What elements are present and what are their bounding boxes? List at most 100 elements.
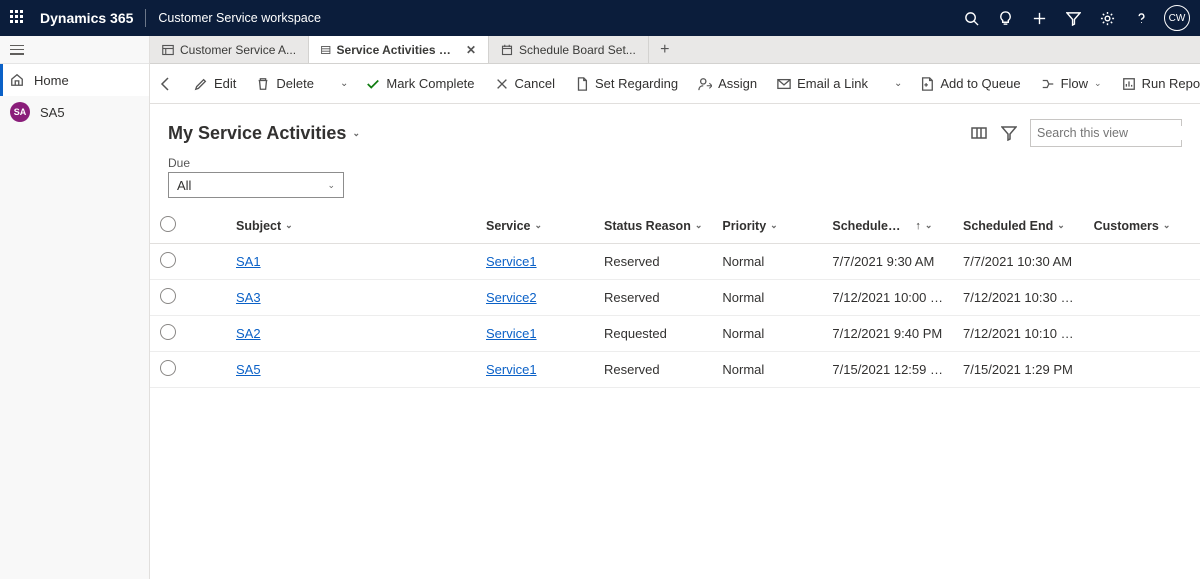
subject-link[interactable]: SA5 xyxy=(236,362,261,377)
sched-end-cell: 7/12/2021 10:10 … xyxy=(953,316,1084,352)
cmd-label: Mark Complete xyxy=(386,76,474,91)
row-checkbox[interactable] xyxy=(150,316,196,352)
mark-complete-button[interactable]: Mark Complete xyxy=(358,68,482,100)
chevron-down-icon: ⌄ xyxy=(352,128,360,139)
plus-icon[interactable] xyxy=(1022,0,1056,36)
back-arrow-icon[interactable] xyxy=(158,76,174,92)
status-cell: Reserved xyxy=(594,244,712,280)
run-report-button[interactable]: Run Report ⌄ xyxy=(1114,68,1200,100)
flow-icon xyxy=(1041,77,1055,91)
person-arrow-icon xyxy=(698,77,712,91)
col-priority[interactable]: Priority⌄ xyxy=(712,208,822,244)
left-nav-rail: Home SA SA5 xyxy=(0,36,150,579)
tab-customer-service[interactable]: Customer Service A... xyxy=(150,36,309,63)
edit-button[interactable]: Edit xyxy=(186,68,244,100)
lightbulb-icon[interactable] xyxy=(988,0,1022,36)
x-icon xyxy=(495,77,509,91)
calendar-icon xyxy=(501,44,513,56)
col-scheduled-start[interactable]: Schedule… ↑⌄ xyxy=(822,208,953,244)
nav-item-sa5[interactable]: SA SA5 xyxy=(0,96,149,128)
status-cell: Requested xyxy=(594,316,712,352)
layout-icon xyxy=(162,44,174,56)
service-link[interactable]: Service2 xyxy=(486,290,537,305)
col-status-reason[interactable]: Status Reason⌄ xyxy=(594,208,712,244)
subject-link[interactable]: SA2 xyxy=(236,326,261,341)
nav-item-home[interactable]: Home xyxy=(0,64,149,96)
search-view-box[interactable] xyxy=(1030,119,1182,147)
page-title-label: My Service Activities xyxy=(168,123,346,144)
nav-item-label: SA5 xyxy=(40,105,65,120)
due-label: Due xyxy=(168,156,1182,170)
view-title-dropdown[interactable]: My Service Activities ⌄ xyxy=(168,123,360,144)
filter-funnel-icon[interactable] xyxy=(1056,0,1090,36)
cancel-button[interactable]: Cancel xyxy=(487,68,563,100)
set-regarding-button[interactable]: Set Regarding xyxy=(567,68,686,100)
cmd-label: Delete xyxy=(276,76,314,91)
hamburger-button[interactable] xyxy=(0,36,149,64)
cmd-label: Email a Link xyxy=(797,76,868,91)
app-name-label[interactable]: Customer Service workspace xyxy=(158,11,321,25)
brand-label[interactable]: Dynamics 365 xyxy=(40,10,133,26)
row-checkbox[interactable] xyxy=(150,244,196,280)
check-icon xyxy=(366,77,380,91)
app-launcher-icon[interactable] xyxy=(10,10,26,26)
customers-cell xyxy=(1084,244,1200,280)
assign-button[interactable]: Assign xyxy=(690,68,765,100)
search-icon[interactable] xyxy=(954,0,988,36)
col-scheduled-end[interactable]: Scheduled End⌄ xyxy=(953,208,1084,244)
envelope-icon xyxy=(777,77,791,91)
email-link-button[interactable]: Email a Link xyxy=(769,68,876,100)
subject-link[interactable]: SA3 xyxy=(236,290,261,305)
help-icon[interactable] xyxy=(1124,0,1158,36)
row-checkbox[interactable] xyxy=(150,352,196,388)
status-cell: Reserved xyxy=(594,280,712,316)
delete-split-chevron[interactable]: ⌄ xyxy=(334,78,354,89)
tab-label: Schedule Board Set... xyxy=(519,43,636,57)
subject-link[interactable]: SA1 xyxy=(236,254,261,269)
filter-icon[interactable] xyxy=(994,118,1024,148)
table-row[interactable]: SA2 Service1 RequestedNormal7/12/2021 9:40… xyxy=(150,316,1200,352)
session-tab-strip: Customer Service A... Service Activities… xyxy=(150,36,1200,64)
search-input[interactable] xyxy=(1037,126,1198,140)
command-bar: Edit Delete ⌄ Mark Complete Cancel Set R… xyxy=(150,64,1200,104)
flow-button[interactable]: Flow ⌄ xyxy=(1033,68,1110,100)
col-subject[interactable]: Subject⌄ xyxy=(196,208,476,244)
due-select[interactable]: All ⌄ xyxy=(168,172,344,198)
service-link[interactable]: Service1 xyxy=(486,326,537,341)
home-icon xyxy=(10,73,24,87)
priority-cell: Normal xyxy=(712,316,822,352)
report-icon xyxy=(1122,77,1136,91)
service-link[interactable]: Service1 xyxy=(486,362,537,377)
customers-cell xyxy=(1084,352,1200,388)
email-link-split-chevron[interactable]: ⌄ xyxy=(888,78,908,89)
pencil-icon xyxy=(194,77,208,91)
cmd-label: Flow xyxy=(1061,76,1088,91)
select-all-checkbox[interactable] xyxy=(150,208,196,244)
col-service[interactable]: Service⌄ xyxy=(476,208,594,244)
gear-icon[interactable] xyxy=(1090,0,1124,36)
grid-icon xyxy=(321,44,331,56)
page-icon xyxy=(575,77,589,91)
sched-start-cell: 7/12/2021 9:40 PM xyxy=(822,316,953,352)
cmd-label: Edit xyxy=(214,76,236,91)
add-tab-button[interactable]: + xyxy=(649,36,681,63)
nav-item-label: Home xyxy=(34,73,69,88)
cmd-label: Add to Queue xyxy=(940,76,1020,91)
tab-service-activities[interactable]: Service Activities My Ser... ✕ xyxy=(309,36,489,63)
delete-button[interactable]: Delete xyxy=(248,68,322,100)
row-checkbox[interactable] xyxy=(150,280,196,316)
user-avatar[interactable]: CW xyxy=(1164,5,1190,31)
table-row[interactable]: SA3Service2ReservedNormal7/12/2021 10:00… xyxy=(150,280,1200,316)
tab-schedule-board[interactable]: Schedule Board Set... xyxy=(489,36,649,63)
sa-badge-icon: SA xyxy=(10,102,30,122)
divider xyxy=(145,9,146,27)
table-row[interactable]: SA1Service1ReservedNormal7/7/2021 9:30 A… xyxy=(150,244,1200,280)
col-customers[interactable]: Customers⌄ xyxy=(1084,208,1200,244)
close-icon[interactable]: ✕ xyxy=(466,43,476,57)
add-to-queue-button[interactable]: Add to Queue xyxy=(912,68,1028,100)
queue-icon xyxy=(920,77,934,91)
service-link[interactable]: Service1 xyxy=(486,254,537,269)
edit-columns-icon[interactable] xyxy=(964,118,994,148)
table-row[interactable]: SA5Service1ReservedNormal7/15/2021 12:59… xyxy=(150,352,1200,388)
sched-end-cell: 7/7/2021 10:30 AM xyxy=(953,244,1084,280)
